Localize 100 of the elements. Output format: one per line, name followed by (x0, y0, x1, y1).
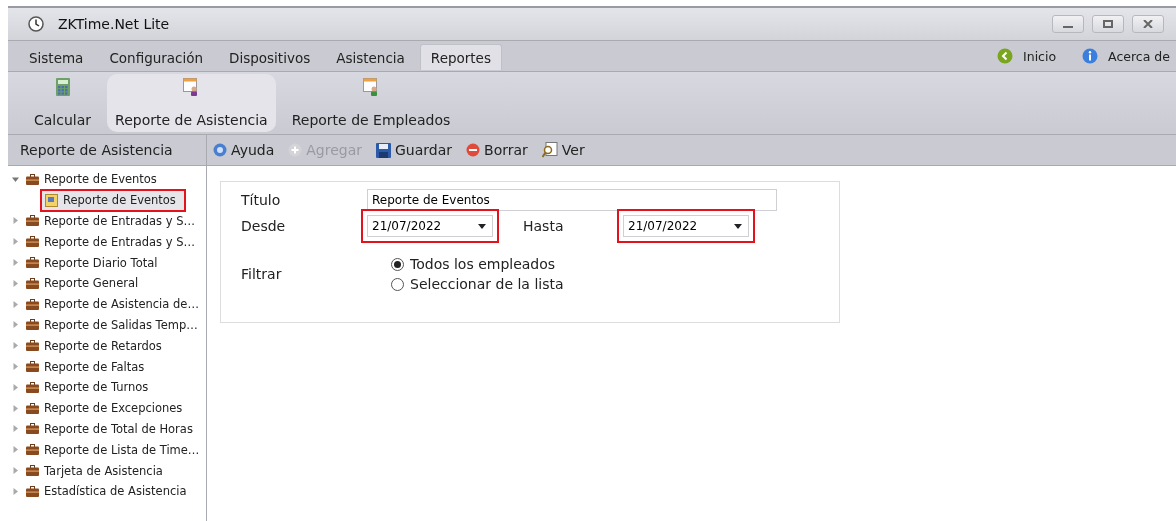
document-icon (45, 193, 58, 207)
expand-arrow-icon[interactable] (12, 363, 19, 371)
briefcase-icon (26, 319, 39, 331)
field-label: Hasta (522, 218, 565, 234)
ribbon-button[interactable]: Reporte de Empleados (283, 74, 459, 132)
radio-option[interactable]: Seleccionar de la lista (391, 276, 783, 292)
radio-label: Todos los empleados (410, 256, 556, 272)
close-icon (1143, 20, 1153, 28)
expand-arrow-icon[interactable] (12, 404, 19, 412)
tree-item[interactable]: Reporte de Lista de Time… (23, 440, 208, 460)
radio-button[interactable] (391, 257, 404, 271)
tree-item[interactable]: Reporte de Eventos (23, 169, 165, 189)
tree-item[interactable]: Reporte de Entradas y S… (23, 232, 203, 252)
expand-arrow-icon[interactable] (12, 321, 19, 329)
radio-option[interactable]: Todos los empleados (391, 256, 783, 272)
briefcase-icon (26, 485, 39, 497)
maximize-icon (1103, 20, 1113, 28)
radio-label: Seleccionar de la lista (410, 276, 564, 292)
menu-tab[interactable]: Configuración (98, 44, 215, 70)
expand-arrow-icon[interactable] (12, 425, 19, 433)
briefcase-icon (26, 423, 39, 435)
calculator-icon (55, 78, 70, 96)
toolbar-button[interactable]: Ver (541, 142, 585, 158)
field-label: Filtrar (241, 266, 283, 282)
tree-item[interactable]: Reporte de Turnos (23, 377, 157, 397)
toolbar-label: Ayuda (231, 142, 275, 158)
tree-item[interactable]: Reporte de Salidas Temp… (23, 315, 206, 335)
expand-arrow-icon[interactable] (12, 487, 19, 495)
expand-arrow-icon[interactable] (12, 383, 19, 391)
tree-item[interactable]: Reporte de Faltas (23, 357, 153, 377)
menu-tab[interactable]: Asistencia (325, 44, 416, 70)
expand-arrow-icon[interactable] (12, 238, 19, 246)
menu-link[interactable]: Acerca de (1082, 48, 1170, 64)
menu-link[interactable]: Inicio (997, 48, 1057, 64)
tree-item[interactable]: Estadística de Asistencia (23, 481, 195, 501)
help-icon (213, 143, 227, 157)
briefcase-icon (26, 402, 39, 414)
ribbon-label: Reporte de Asistencia (115, 112, 268, 128)
radio-button[interactable] (391, 277, 404, 291)
toolbar-label: Ver (561, 142, 585, 158)
date-field[interactable]: 21/07/2022 (367, 215, 493, 237)
briefcase-icon (26, 381, 39, 393)
clock-icon (28, 16, 44, 32)
date-field[interactable]: 21/07/2022 (623, 215, 749, 237)
maximize-button[interactable] (1092, 15, 1124, 33)
tree-item[interactable]: Reporte de Asistencia de… (23, 294, 207, 314)
title-field[interactable]: Reporte de Eventos (367, 189, 777, 211)
dropdown-caret-icon[interactable] (734, 223, 742, 229)
tree-item[interactable]: Reporte de Excepciones (23, 398, 191, 418)
link-label: Acerca de (1108, 48, 1170, 64)
link-label: Inicio (1023, 48, 1057, 64)
ribbon-label: Reporte de Empleados (291, 112, 451, 128)
ribbon-button[interactable]: Calcular (26, 74, 100, 132)
briefcase-icon (26, 298, 39, 310)
toolbar-button[interactable]: Borrar (466, 142, 528, 158)
toolbar-label: Guardar (395, 142, 453, 158)
delete-icon (466, 143, 481, 157)
ribbon-label: Calcular (34, 112, 92, 128)
toolbar-label: Borrar (484, 142, 528, 158)
menu-tab[interactable]: Dispositivos (218, 44, 322, 70)
collapse-arrow-icon[interactable] (12, 175, 19, 183)
expand-arrow-icon[interactable] (12, 279, 19, 287)
window-title: ZKTime.Net Lite (58, 16, 171, 32)
expand-arrow-icon[interactable] (12, 300, 19, 308)
add-icon (288, 143, 303, 157)
tree-item[interactable]: Reporte de Eventos (42, 190, 184, 210)
briefcase-icon (26, 361, 39, 373)
dropdown-caret-icon[interactable] (478, 223, 486, 229)
sidebar-header: Reporte de Asistencia (8, 135, 206, 166)
tree-item[interactable]: Reporte Diario Total (23, 253, 166, 273)
briefcase-icon (26, 340, 39, 352)
menu-tab[interactable]: Reportes (419, 44, 502, 70)
menu-tab[interactable]: Sistema (18, 44, 95, 70)
tree-item[interactable]: Reporte General (23, 273, 147, 293)
expand-arrow-icon[interactable] (12, 342, 19, 350)
field-label: Título (241, 192, 282, 208)
tree-item[interactable]: Tarjeta de Asistencia (23, 461, 171, 481)
briefcase-icon (26, 257, 39, 269)
briefcase-icon (26, 173, 39, 185)
briefcase-icon (26, 215, 39, 227)
briefcase-icon (26, 444, 39, 456)
tree-item[interactable]: Reporte de Retardos (23, 336, 170, 356)
expand-arrow-icon[interactable] (12, 446, 19, 454)
briefcase-icon (26, 236, 39, 248)
ribbon-button[interactable]: Reporte de Asistencia (107, 74, 276, 132)
report-person-icon (363, 78, 379, 96)
briefcase-icon (26, 277, 39, 289)
magnifier-document-icon (541, 142, 558, 158)
toolbar-button[interactable]: Guardar (376, 142, 453, 158)
expand-arrow-icon[interactable] (12, 259, 19, 267)
close-button[interactable] (1132, 15, 1164, 33)
expand-arrow-icon[interactable] (12, 467, 19, 475)
tree-item[interactable]: Reporte de Total de Horas (23, 419, 201, 439)
briefcase-icon (26, 465, 39, 477)
tree-item[interactable]: Reporte de Entradas y S… (23, 211, 203, 231)
minimize-button[interactable] (1052, 15, 1084, 33)
expand-arrow-icon[interactable] (12, 217, 19, 225)
toolbar-button[interactable]: Ayuda (213, 142, 275, 158)
report-person-icon (183, 78, 200, 96)
info-icon (1082, 48, 1099, 64)
